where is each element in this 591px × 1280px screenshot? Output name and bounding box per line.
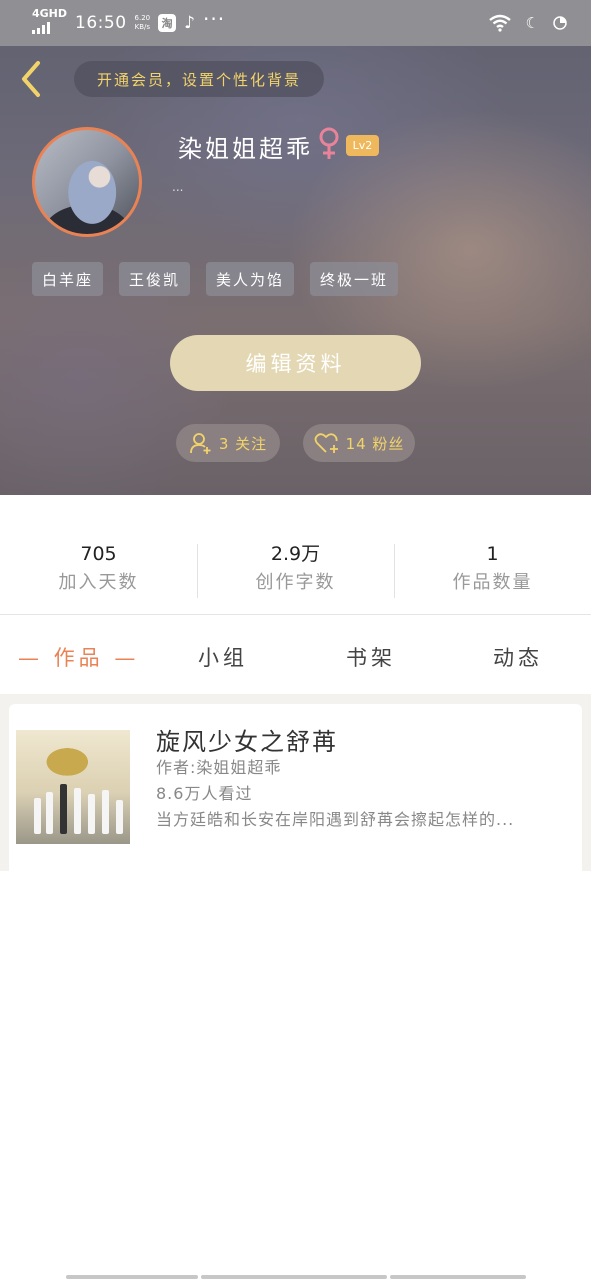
stat-works-count: 1 作品数量 [394, 540, 591, 602]
username: 染姐姐超乖 [178, 135, 313, 163]
chevron-left-icon [22, 61, 40, 97]
fans-button[interactable]: 14 粉丝 [303, 424, 415, 462]
bio: ... [172, 180, 184, 194]
stat-value: 1 [486, 543, 499, 565]
profile-header: 4GHD 16:50 6.20 KB/s 淘 ♪ ··· ☾ 开通会员，设置个性… [0, 0, 591, 495]
level-badge: Lv2 [346, 135, 379, 156]
stat-value: 705 [80, 543, 117, 565]
taobao-icon: 淘 [158, 14, 177, 32]
stat-value: 2.9万 [270, 543, 321, 565]
profile-tabs: — 作品 — 小组 书架 动态 [0, 626, 591, 688]
following-button[interactable]: 3 关注 [176, 424, 280, 462]
clock: 16:50 [75, 13, 127, 33]
heart-plus-icon [314, 433, 338, 453]
edit-profile-button[interactable]: 编辑资料 [170, 335, 421, 391]
fans-count: 14 粉丝 [345, 434, 405, 453]
stat-words-written: 2.9万 创作字数 [197, 540, 394, 602]
divider [0, 614, 591, 615]
back-button[interactable] [14, 58, 48, 100]
network-speed: 6.20 KB/s [134, 14, 151, 31]
stat-label: 作品数量 [452, 572, 533, 593]
work-author: 作者:染姐姐超乖 [156, 758, 282, 777]
work-title: 旋风少女之舒苒 [156, 728, 338, 756]
avatar[interactable] [32, 127, 142, 237]
vip-background-banner[interactable]: 开通会员，设置个性化背景 [74, 61, 324, 97]
tiktok-icon: ♪ [184, 13, 195, 33]
more-icon: ··· [202, 7, 226, 31]
tag[interactable]: 美人为馅 [206, 262, 295, 296]
home-indicator [66, 1275, 526, 1280]
stat-label: 创作字数 [255, 572, 336, 593]
stats-row: 705 加入天数 2.9万 创作字数 1 作品数量 [0, 540, 591, 602]
stat-label: 加入天数 [58, 572, 139, 593]
tab-works[interactable]: — 作品 — [18, 642, 139, 672]
tab-feed[interactable]: 动态 [493, 642, 543, 672]
status-bar: 4GHD 16:50 6.20 KB/s 淘 ♪ ··· ☾ [0, 0, 591, 46]
book-cover [16, 730, 130, 844]
wifi-icon [488, 14, 511, 32]
tag[interactable]: 终极一班 [310, 262, 399, 296]
tag[interactable]: 白羊座 [32, 262, 104, 296]
following-count: 3 关注 [218, 434, 268, 453]
work-card[interactable]: 旋风少女之舒苒 作者:染姐姐超乖 8.6万人看过 当方廷皓和长安在岸阳遇到舒苒会… [9, 704, 582, 871]
work-views: 8.6万人看过 [156, 784, 253, 803]
battery-icon [553, 16, 567, 30]
tag[interactable]: 王俊凯 [119, 262, 191, 296]
moon-icon: ☾ [525, 14, 539, 32]
signal-icon: 4GHD [32, 8, 67, 38]
add-user-icon [189, 433, 211, 454]
stat-days-joined: 705 加入天数 [0, 540, 197, 602]
tab-bookshelf[interactable]: 书架 [346, 642, 396, 672]
tab-group[interactable]: 小组 [198, 642, 248, 672]
tag-list: 白羊座 王俊凯 美人为馅 终极一班 [32, 262, 399, 296]
work-description: 当方廷皓和长安在岸阳遇到舒苒会擦起怎样的... [156, 810, 515, 829]
female-icon [319, 127, 339, 159]
